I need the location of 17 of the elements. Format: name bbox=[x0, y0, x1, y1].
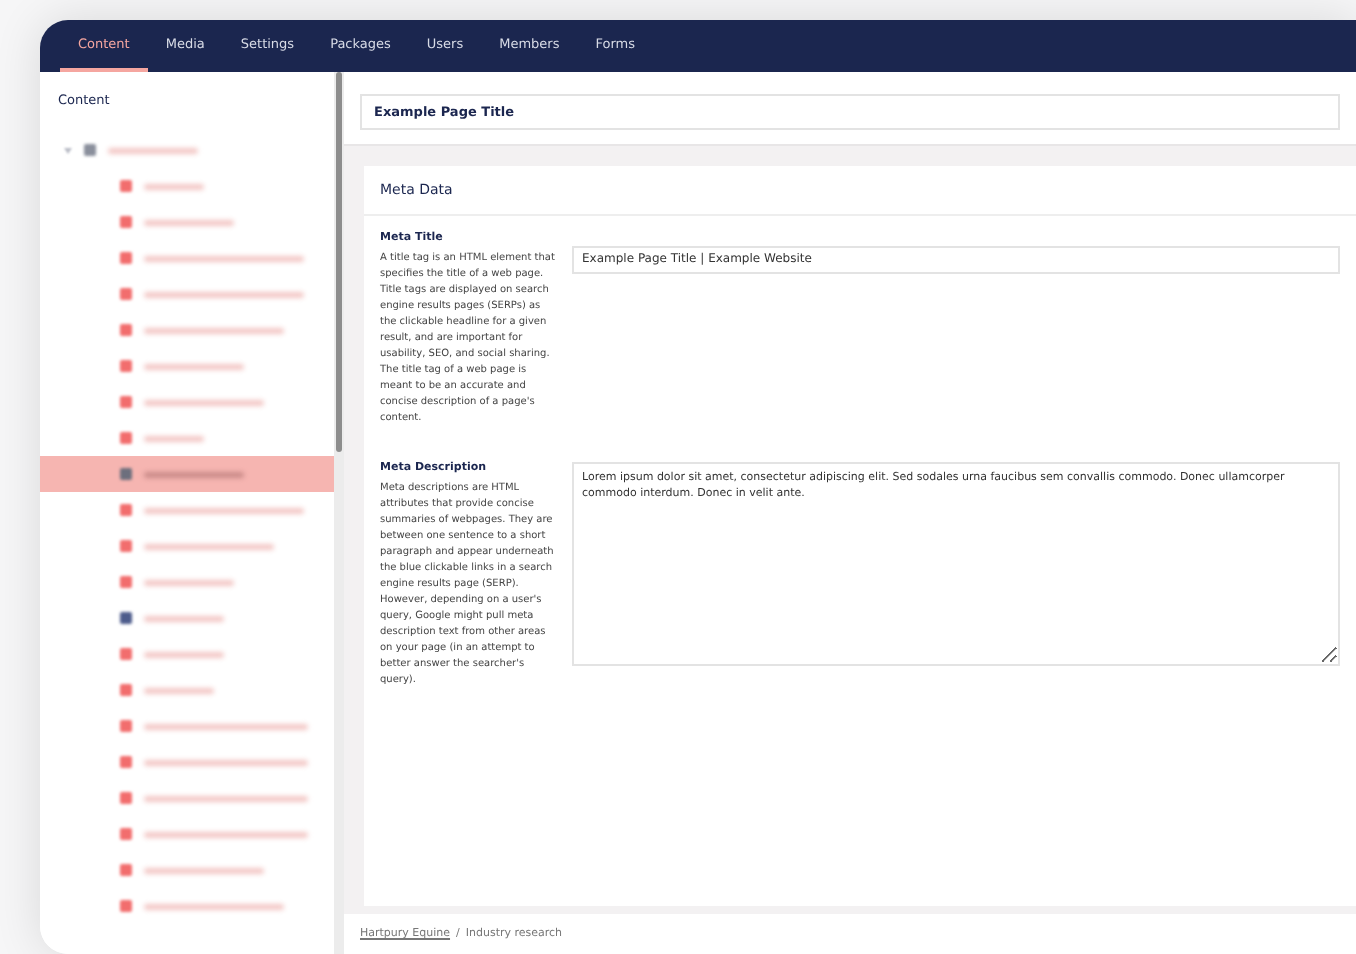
scrollbar[interactable] bbox=[334, 72, 344, 954]
blurred-label bbox=[144, 579, 234, 585]
blurred-label bbox=[144, 651, 224, 657]
blurred-label bbox=[144, 327, 284, 333]
blurred-label bbox=[108, 147, 198, 153]
blurred-label bbox=[144, 219, 234, 225]
blurred-label bbox=[144, 615, 224, 621]
blurred-label bbox=[144, 183, 204, 189]
blurred-label bbox=[144, 867, 264, 873]
expand-caret-icon[interactable] bbox=[64, 147, 72, 153]
blurred-label bbox=[144, 903, 284, 909]
blurred-label bbox=[144, 435, 204, 441]
blurred-label bbox=[144, 399, 264, 405]
blurred-label bbox=[144, 363, 244, 369]
blurred-label bbox=[144, 687, 214, 693]
blurred-label bbox=[144, 543, 274, 549]
tree-item[interactable] bbox=[40, 456, 334, 492]
